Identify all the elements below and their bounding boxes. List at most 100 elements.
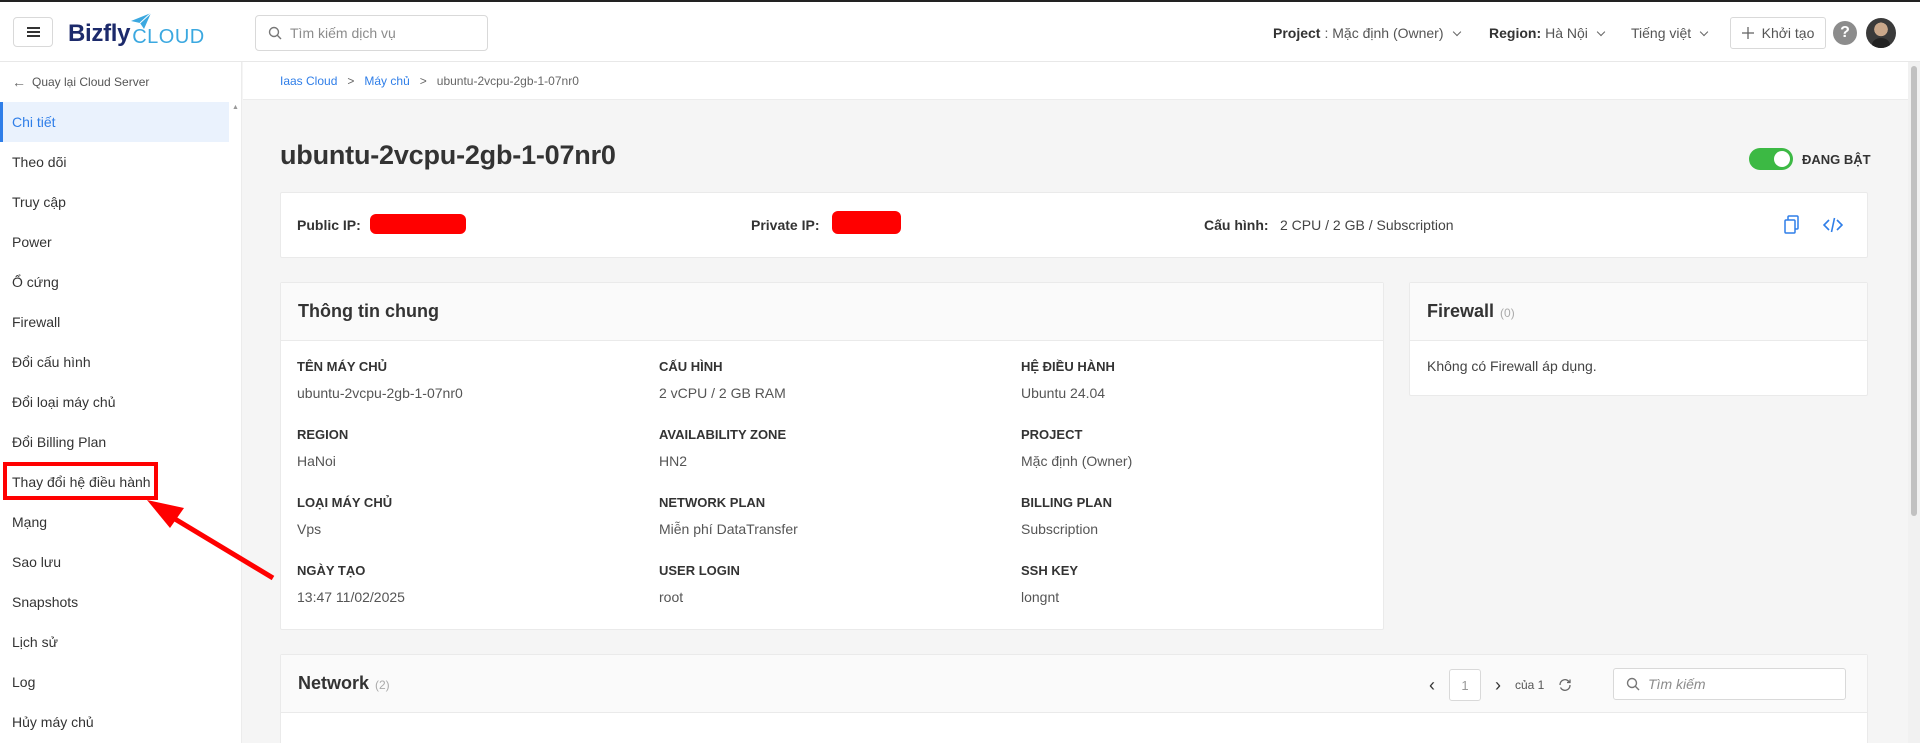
refresh-icon[interactable]: [1558, 678, 1572, 692]
sidebar-item-network[interactable]: Mạng: [0, 502, 229, 542]
info-field-value: Miễn phí DataTransfer: [659, 521, 798, 537]
avatar[interactable]: [1866, 18, 1896, 48]
page-scrollbar[interactable]: [1908, 62, 1920, 743]
info-field-value: Vps: [297, 521, 322, 537]
info-field-value: HaNoi: [297, 453, 336, 469]
sidebar-item-monitoring[interactable]: Theo dõi: [0, 142, 229, 182]
status-label: ĐANG BẬT: [1802, 151, 1871, 167]
info-field: NETWORK PLAN Miễn phí DataTransfer: [659, 495, 798, 537]
info-field-key: NETWORK PLAN: [659, 495, 766, 510]
chevron-down-icon: [1596, 27, 1606, 36]
network-search-input[interactable]: [1648, 676, 1828, 692]
sidebar-item-disk[interactable]: Ổ cứng: [0, 262, 229, 302]
info-field-key: REGION: [297, 427, 349, 442]
sidebar-item-resize[interactable]: Đổi cấu hình: [0, 342, 229, 382]
language-value: Tiếng việt: [1631, 25, 1692, 41]
info-field: NGÀY TẠO 13:47 11/02/2025: [297, 563, 405, 605]
service-search-input[interactable]: [290, 25, 480, 41]
info-field-value: 13:47 11/02/2025: [297, 589, 405, 605]
help-icon[interactable]: ?: [1833, 21, 1857, 45]
config-label: Cấu hình:: [1204, 217, 1269, 233]
page-total: của 1: [1515, 678, 1545, 692]
power-toggle[interactable]: [1749, 148, 1793, 170]
info-field: BILLING PLAN Subscription: [1021, 495, 1112, 537]
info-field-key: CẤU HÌNH: [659, 359, 723, 374]
private-ip-label: Private IP:: [751, 217, 820, 233]
private-ip-redacted: [832, 211, 901, 234]
power-status: ĐANG BẬT: [1749, 148, 1871, 170]
code-icon[interactable]: [1822, 217, 1844, 236]
menu-icon: [26, 31, 40, 33]
search-icon: [268, 26, 282, 40]
back-link-label: Quay lại Cloud Server: [32, 75, 150, 89]
network-title-text: Network: [298, 673, 370, 693]
search-icon: [1626, 677, 1640, 691]
paper-plane-icon: [131, 12, 152, 29]
logo-text: Bizfly: [68, 20, 131, 47]
info-field-key: AVAILABILITY ZONE: [659, 427, 787, 442]
general-info-title: Thông tin chung: [281, 283, 1383, 341]
info-field-value: root: [659, 589, 684, 605]
breadcrumb-separator: >: [419, 73, 427, 88]
project-label: Project: [1273, 25, 1321, 41]
region-value: Hà Nội: [1545, 25, 1588, 41]
info-field: REGION HaNoi: [297, 427, 348, 469]
language-selector[interactable]: Tiếng việt: [1631, 15, 1709, 51]
page-number-input[interactable]: 1: [1449, 669, 1481, 701]
logo[interactable]: Bizfly CLOUD: [68, 12, 205, 50]
chevron-right-icon[interactable]: ›: [1495, 675, 1501, 696]
breadcrumb-servers[interactable]: Máy chủ: [364, 74, 409, 88]
sidebar-item-change-server-type[interactable]: Đổi loại máy chủ: [0, 382, 229, 422]
config-value: 2 CPU / 2 GB / Subscription: [1280, 217, 1454, 233]
copy-icon[interactable]: [1784, 215, 1800, 238]
ip-summary-card: Public IP: Private IP: Cấu hình: 2 CPU /…: [280, 192, 1868, 258]
network-search[interactable]: [1613, 668, 1846, 700]
sidebar-item-backup[interactable]: Sao lưu: [0, 542, 229, 582]
plus-icon: [1741, 27, 1754, 39]
general-info-title-text: Thông tin chung: [298, 301, 439, 321]
hamburger-menu-button[interactable]: [13, 17, 53, 47]
create-button[interactable]: Khởi tạo: [1730, 17, 1826, 49]
info-field: HỆ ĐIỀU HÀNH Ubuntu 24.04: [1021, 359, 1115, 401]
info-field-value: 2 vCPU / 2 GB RAM: [659, 385, 786, 401]
project-selector[interactable]: Project : Mặc định (Owner): [1273, 15, 1461, 51]
breadcrumb-iaas-cloud[interactable]: Iaas Cloud: [280, 74, 337, 88]
back-link[interactable]: ← Quay lại Cloud Server: [12, 74, 149, 90]
sidebar-item-power[interactable]: Power: [0, 222, 229, 262]
sidebar-item-change-billing-plan[interactable]: Đổi Billing Plan: [0, 422, 229, 462]
breadcrumb-separator: >: [347, 73, 355, 88]
info-field: PROJECT Mặc định (Owner): [1021, 427, 1132, 469]
sidebar-item-access[interactable]: Truy cập: [0, 182, 229, 222]
info-field-value: Mặc định (Owner): [1021, 453, 1133, 469]
region-selector[interactable]: Region: Hà Nội: [1489, 15, 1606, 51]
public-ip-redacted: [370, 214, 466, 234]
info-field-key: NGÀY TẠO: [297, 563, 366, 578]
info-field-key: TÊN MÁY CHỦ: [297, 359, 388, 374]
info-field-value: Subscription: [1021, 521, 1099, 537]
firewall-title-text: Firewall: [1427, 301, 1495, 321]
service-search[interactable]: [255, 15, 488, 51]
firewall-empty-text: Không có Firewall áp dụng.: [1427, 358, 1597, 374]
info-field-key: USER LOGIN: [659, 563, 740, 578]
breadcrumb: Iaas Cloud > Máy chủ > ubuntu-2vcpu-2gb-…: [243, 62, 1920, 100]
sidebar-item-log[interactable]: Log: [0, 662, 229, 702]
sidebar-item-firewall[interactable]: Firewall: [0, 302, 229, 342]
sidebar-item-history[interactable]: Lịch sử: [0, 622, 229, 662]
sidebar-item-snapshots[interactable]: Snapshots: [0, 582, 229, 622]
chevron-down-icon: [1699, 27, 1709, 36]
info-field-value: longnt: [1021, 589, 1060, 605]
info-field: LOẠI MÁY CHỦ Vps: [297, 495, 392, 537]
sidebar-item-delete-server[interactable]: Hủy máy chủ: [0, 702, 229, 742]
sidebar: ← Quay lại Cloud Server ▲ Chi tiết Theo …: [0, 62, 242, 743]
sidebar-item-details[interactable]: Chi tiết: [0, 102, 229, 142]
arrow-left-icon: ←: [12, 74, 26, 90]
info-field: CẤU HÌNH 2 vCPU / 2 GB RAM: [659, 359, 786, 401]
info-field-value: Ubuntu 24.04: [1021, 385, 1106, 401]
scrollbar-thumb[interactable]: [1911, 66, 1917, 516]
info-field-value: ubuntu-2vcpu-2gb-1-07nr0: [297, 385, 463, 401]
chevron-left-icon[interactable]: ‹: [1429, 675, 1435, 696]
create-button-label: Khởi tạo: [1761, 25, 1815, 41]
firewall-title: Firewall (0): [1410, 283, 1867, 341]
annotation-highlight-box: [3, 462, 158, 500]
info-field: USER LOGIN root: [659, 563, 740, 605]
